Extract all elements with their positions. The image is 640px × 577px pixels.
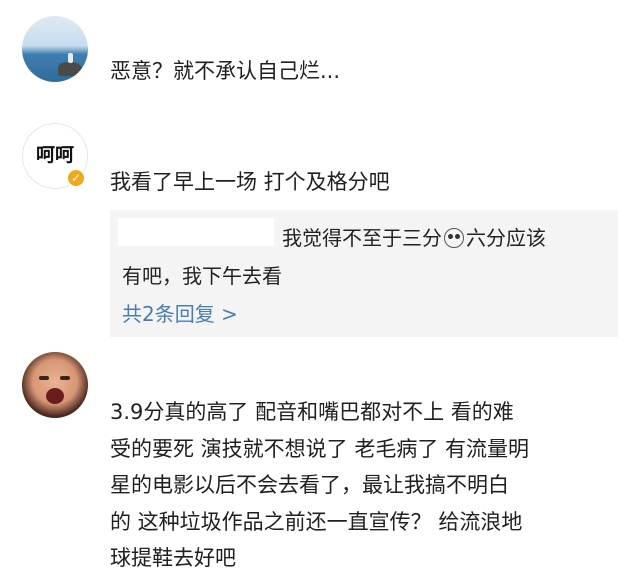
avatar-screaming-face[interactable] (22, 352, 88, 418)
comment-1-text: 恶意？就不承认自己烂... (110, 59, 341, 83)
reply-text-part-b: 六分应该 (466, 226, 546, 250)
comment-3-line: 的 这种垃圾作品之前还一直宣传？ 给流浪地 (110, 509, 523, 534)
avatar-eye-shape (60, 376, 70, 380)
avatar-rock-shape (58, 62, 82, 76)
reply-text-line-2: 有吧，我下午去看 (122, 264, 282, 288)
avatar-text: 呵呵 (35, 144, 74, 166)
reply-preview-box[interactable]: 我觉得不至于三分 六分应该 有吧，我下午去看 共2条回复 > (110, 210, 618, 337)
avatar-eye-shape (39, 376, 49, 380)
comment-3-line: 球提鞋去好吧 (110, 546, 236, 570)
comment-2-text: 我看了早上一场 打个及格分吧 (110, 170, 390, 194)
comment-3-line: 星的电影以后不会去看了，最让我搞不明白 (110, 473, 509, 497)
avatar-seaside[interactable] (22, 16, 88, 82)
shocked-face-emoji-icon (444, 228, 464, 248)
avatar-person-shape (68, 53, 73, 63)
avatar-mouth-shape (46, 388, 64, 404)
comment-3-line: 受的要死 演技就不想说了 老毛病了 有流量明 (110, 436, 530, 461)
comment-3-line: 3.9分真的高了 配音和嘴巴都对不上 看的难 (110, 400, 514, 424)
verified-badge-icon: ✓ (66, 168, 86, 188)
reply-text-line-1: 我觉得不至于三分 六分应该 (282, 222, 546, 251)
comment-3-text: 3.9分真的高了 配音和嘴巴都对不上 看的难 受的要死 演技就不想说了 老毛病了… (110, 394, 615, 577)
view-replies-link[interactable]: 共2条回复 > (122, 298, 238, 327)
redacted-username (118, 218, 274, 246)
reply-text-part-a: 我觉得不至于三分 (282, 226, 442, 250)
